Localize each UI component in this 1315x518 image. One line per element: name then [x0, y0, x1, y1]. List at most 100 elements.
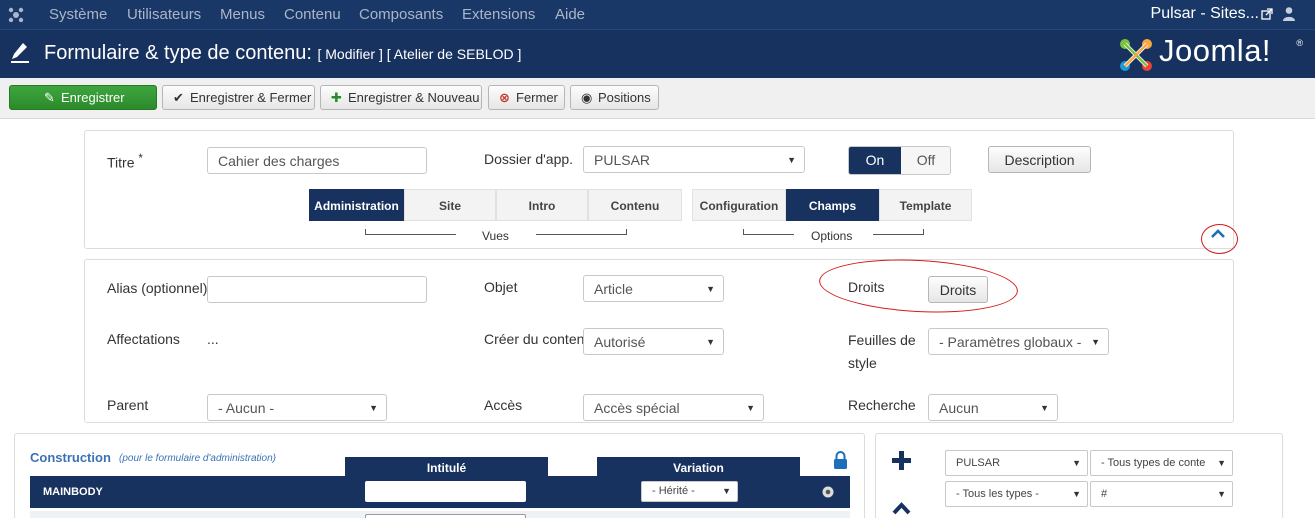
pencil-icon [11, 43, 29, 63]
stylesheets-select[interactable]: - Paramètres globaux - ▼ [928, 328, 1109, 355]
close-button[interactable]: ⊗ Fermer [488, 85, 565, 110]
close-circle-icon: ⊗ [499, 90, 510, 105]
save-new-button[interactable]: ✚ Enregistrer & Nouveau [320, 85, 482, 110]
menu-content[interactable]: Contenu [284, 6, 341, 23]
assignments-value[interactable]: ... [207, 331, 219, 347]
chevron-down-icon: ▼ [1217, 458, 1226, 468]
filters-panel: PULSAR ▼ - Tous types de conte ▼ - Tous le… [875, 433, 1283, 518]
site-link[interactable]: Pulsar - Sites... [1151, 5, 1259, 23]
column-header-label: Intitulé [345, 457, 548, 477]
menu-help[interactable]: Aide [555, 6, 585, 23]
object-label: Objet [484, 279, 518, 295]
object-select[interactable]: Article ▼ [583, 275, 724, 302]
joomla-brand-text: Joomla! [1159, 33, 1272, 68]
create-content-select[interactable]: Autorisé ▼ [583, 328, 724, 355]
joomla-brand-logo-icon [1120, 39, 1152, 71]
user-icon[interactable] [1282, 6, 1296, 21]
tab-site[interactable]: Site [404, 189, 496, 221]
chevron-down-icon: ▼ [706, 284, 715, 294]
create-content-value: Autorisé [594, 334, 646, 350]
parent-label: Parent [107, 397, 149, 413]
search-select[interactable]: Aucun ▼ [928, 394, 1058, 421]
on-off-toggle: On Off [848, 146, 951, 175]
detail-form-panel: Alias (optionnel) Objet Article ▼ Droits … [84, 259, 1234, 423]
toolbar: ✎ Enregistrer ✔ Enregistrer & Fermer ✚ Enre… [0, 78, 1315, 119]
search-value: Aucun [939, 400, 979, 416]
hash-filter-select[interactable]: # ▼ [1090, 481, 1233, 507]
joomla-logo-icon[interactable] [7, 6, 25, 24]
chevron-down-icon: ▼ [746, 403, 755, 413]
tab-champs[interactable]: Champs [786, 189, 879, 221]
menu-system[interactable]: Système [49, 6, 107, 23]
views-bracket-left [365, 234, 456, 235]
variation-value: - Hérité - [652, 485, 695, 497]
radio-icon[interactable] [822, 486, 834, 498]
app-filter-value: PULSAR [956, 457, 1001, 469]
assignments-label: Affectations [107, 331, 180, 347]
folder-select-value: PULSAR [594, 152, 651, 168]
close-label: Fermer [516, 90, 558, 105]
menu-menus[interactable]: Menus [220, 6, 265, 23]
parent-select[interactable]: - Aucun - ▼ [207, 394, 387, 421]
positions-label: Positions [598, 90, 651, 105]
title-label-text: Titre [107, 154, 135, 171]
title-input[interactable]: Cahier des charges [207, 147, 427, 174]
tab-template[interactable]: Template [879, 189, 972, 221]
lock-icon[interactable] [833, 451, 848, 469]
object-select-value: Article [594, 281, 633, 297]
required-mark: * [138, 152, 143, 165]
positions-button[interactable]: ◉ Positions [570, 85, 659, 110]
type-filter-select[interactable]: - Tous les types - ▼ [945, 481, 1088, 507]
create-content-label: Créer du contenu [484, 331, 593, 347]
search-label: Recherche [848, 397, 916, 413]
tab-contenu[interactable]: Contenu [588, 189, 682, 221]
toggle-off[interactable]: Off [901, 147, 950, 174]
alias-input[interactable] [207, 276, 427, 303]
app-filter-select[interactable]: PULSAR ▼ [945, 450, 1088, 476]
title-label: Titre * [107, 152, 143, 171]
options-bracket-tick-right [923, 229, 924, 235]
construction-title: Construction [30, 450, 111, 465]
chevron-up-icon[interactable] [892, 501, 911, 515]
folder-label: Dossier d'app. [484, 151, 574, 167]
folder-select[interactable]: PULSAR ▼ [583, 146, 805, 173]
save-button[interactable]: ✎ Enregistrer [9, 85, 157, 110]
tab-administration[interactable]: Administration [309, 189, 404, 221]
add-icon[interactable] [892, 451, 911, 470]
access-value: Accès spécial [594, 400, 680, 416]
eye-icon: ◉ [581, 90, 593, 105]
chevron-down-icon: ▼ [1091, 337, 1100, 347]
chevron-down-icon: ▼ [1040, 403, 1049, 413]
construction-note: (pour le formulaire d'administration) [119, 453, 276, 464]
field-row-input[interactable] [365, 514, 526, 518]
views-caption: Vues [482, 229, 509, 243]
access-select[interactable]: Accès spécial ▼ [583, 394, 764, 421]
save-new-label: Enregistrer & Nouveau [348, 90, 480, 105]
views-bracket-tick-right [626, 229, 627, 235]
chevron-down-icon: ▼ [1217, 489, 1226, 499]
tab-intro[interactable]: Intro [496, 189, 588, 221]
views-bracket-tick-left [365, 229, 366, 235]
menu-users[interactable]: Utilisateurs [127, 6, 201, 23]
menu-extensions[interactable]: Extensions [462, 6, 535, 23]
description-button[interactable]: Description [988, 146, 1091, 173]
content-type-filter-select[interactable]: - Tous types de conte ▼ [1090, 450, 1233, 476]
plus-icon: ✚ [331, 90, 342, 105]
type-filter-value: - Tous les types - [956, 488, 1039, 500]
hash-filter-value: # [1101, 488, 1108, 500]
save-label: Enregistrer [61, 90, 125, 105]
save-close-button[interactable]: ✔ Enregistrer & Fermer [162, 85, 315, 110]
toggle-on[interactable]: On [849, 147, 901, 174]
variation-select[interactable]: - Hérité - ▼ [641, 481, 738, 502]
construction-panel: Construction (pour le formulaire d'admin… [14, 433, 865, 518]
alias-label: Alias (optionnel) [107, 280, 208, 296]
edit-icon: ✎ [44, 90, 55, 105]
tab-configuration[interactable]: Configuration [692, 189, 786, 221]
mainbody-row: MAINBODY - Hérité - ▼ [30, 476, 850, 508]
save-close-label: Enregistrer & Fermer [190, 90, 312, 105]
mainbody-label-input[interactable] [365, 481, 526, 502]
mainbody-label: MAINBODY [43, 486, 103, 498]
check-icon: ✔ [173, 90, 184, 105]
menu-components[interactable]: Composants [359, 6, 443, 23]
joomla-brand: Joomla! ® [1117, 33, 1307, 74]
